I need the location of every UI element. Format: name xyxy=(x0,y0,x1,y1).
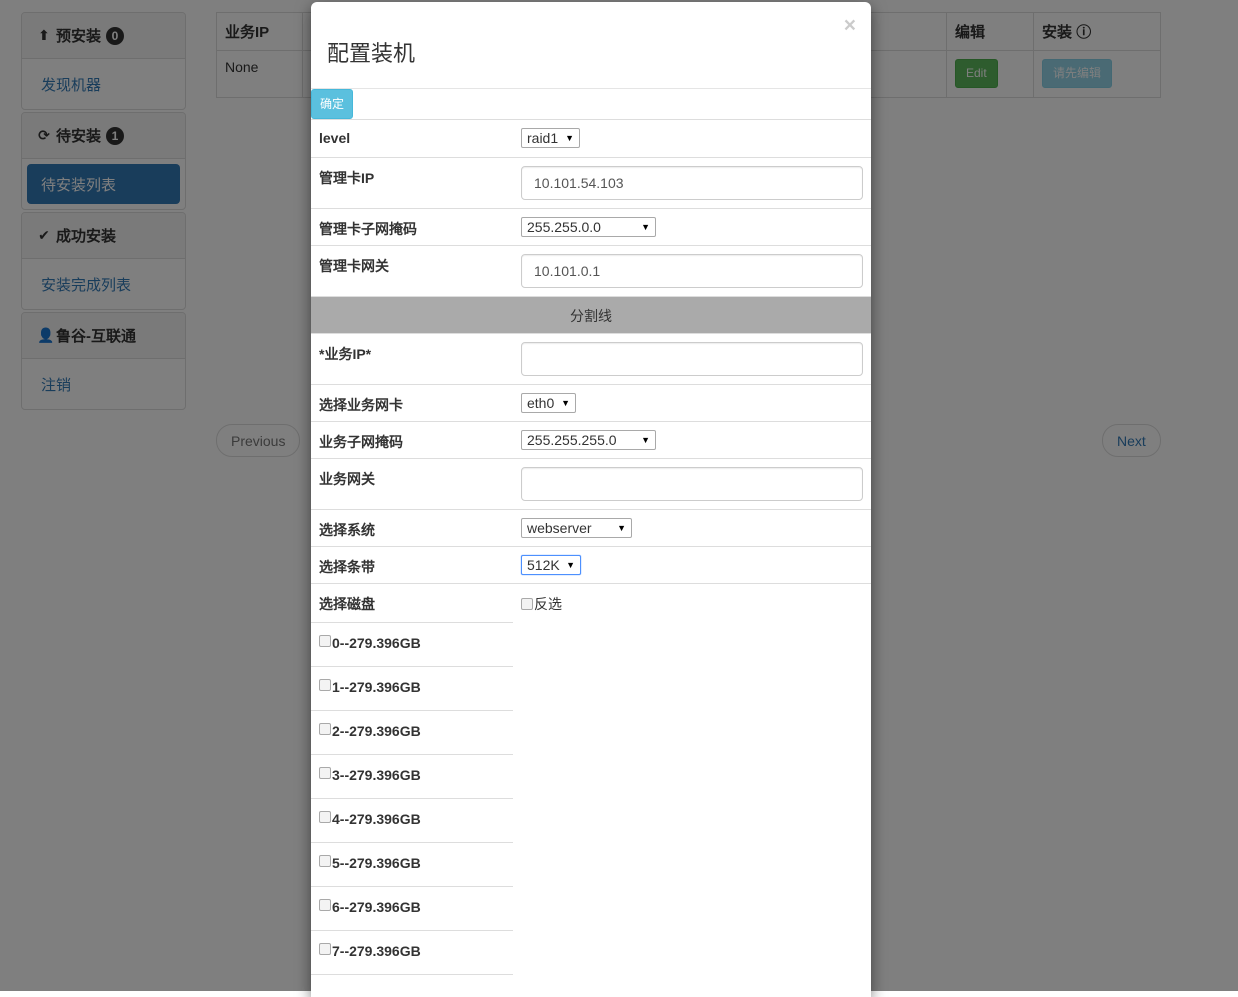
invert-label: 反选 xyxy=(534,595,562,612)
list-item: 6--279.396GB xyxy=(311,887,513,931)
disk-checkbox[interactable] xyxy=(319,942,331,955)
disk-checkbox[interactable] xyxy=(319,810,331,823)
chevron-down-icon: ▼ xyxy=(641,434,650,445)
mgmt-mask-select-value: 255.255.0.0 xyxy=(527,218,601,235)
label-biz-gw: 业务网关 xyxy=(311,458,513,510)
stripe-select[interactable]: 512K ▼ xyxy=(521,554,581,575)
row-mgmt-ip: 管理卡IP 10.101.54.103 xyxy=(311,157,871,209)
disk-label: 2--279.396GB xyxy=(332,722,421,739)
label-system: 选择系统 xyxy=(311,509,513,547)
chevron-down-icon: ▼ xyxy=(617,522,626,533)
level-select[interactable]: raid1 ▼ xyxy=(521,128,580,148)
label-disk: 选择磁盘 xyxy=(311,584,513,623)
system-select[interactable]: webserver ▼ xyxy=(521,517,632,538)
row-disk: 选择磁盘 0--279.396GB 1--279.396GB 2--279.39… xyxy=(311,583,871,975)
disk-label: 5--279.396GB xyxy=(332,854,421,871)
biz-ip-input[interactable] xyxy=(521,341,863,376)
config-form: level raid1 ▼ 管理卡IP 10.101.54.103 管理卡子网掩码… xyxy=(311,120,871,975)
disk-checkbox[interactable] xyxy=(319,766,331,779)
row-biz-ip: *业务IP* xyxy=(311,333,871,385)
chevron-down-icon: ▼ xyxy=(565,133,574,143)
list-item: 4--279.396GB xyxy=(311,799,513,843)
biz-gw-input[interactable] xyxy=(521,466,863,501)
mgmt-gw-input[interactable]: 10.101.0.1 xyxy=(521,253,863,288)
mgmt-ip-input[interactable]: 10.101.54.103 xyxy=(521,165,863,200)
disk-label: 3--279.396GB xyxy=(332,766,421,783)
disk-checkbox[interactable] xyxy=(319,634,331,647)
disk-label: 0--279.396GB xyxy=(332,634,421,651)
disk-checkbox[interactable] xyxy=(319,678,331,691)
disk-label: 7--279.396GB xyxy=(332,942,421,959)
stripe-select-value: 512K xyxy=(527,556,560,573)
disk-checkbox[interactable] xyxy=(319,898,331,911)
label-biz-ip: *业务IP* xyxy=(311,333,513,385)
chevron-down-icon: ▼ xyxy=(561,397,570,408)
list-item: 3--279.396GB xyxy=(311,755,513,799)
row-stripe: 选择条带 512K ▼ xyxy=(311,546,871,584)
value-level: raid1 ▼ xyxy=(513,120,871,158)
disk-label: 4--279.396GB xyxy=(332,810,421,827)
biz-mask-select-value: 255.255.255.0 xyxy=(527,431,617,448)
disk-label: 6--279.396GB xyxy=(332,898,421,915)
close-icon[interactable]: × xyxy=(844,14,856,38)
value-biz-mask: 255.255.255.0 ▼ xyxy=(513,421,871,459)
value-mgmt-mask: 255.255.0.0 ▼ xyxy=(513,208,871,246)
disk-checkbox[interactable] xyxy=(319,854,331,867)
disk-checkbox[interactable] xyxy=(319,722,331,735)
level-select-value: raid1 xyxy=(527,130,559,146)
list-item: 7--279.396GB xyxy=(311,931,513,975)
config-modal: 配置装机 × 确定 level raid1 ▼ 管理卡IP 10.101.54.1… xyxy=(311,2,871,997)
mgmt-mask-select[interactable]: 255.255.0.0 ▼ xyxy=(521,216,656,237)
row-level: level raid1 ▼ xyxy=(311,120,871,158)
value-biz-nic: eth0 ▼ xyxy=(513,384,871,422)
confirm-bar: 确定 xyxy=(311,89,871,120)
label-biz-mask: 业务子网掩码 xyxy=(311,421,513,459)
divider-label: 分割线 xyxy=(311,296,871,334)
confirm-button[interactable]: 确定 xyxy=(311,89,354,119)
row-biz-mask: 业务子网掩码 255.255.255.0 ▼ xyxy=(311,421,871,459)
label-level: level xyxy=(311,120,513,158)
row-divider: 分割线 xyxy=(311,296,871,334)
list-item: 1--279.396GB xyxy=(311,667,513,711)
value-biz-gw xyxy=(513,458,871,510)
system-select-value: webserver xyxy=(527,519,592,536)
row-mgmt-gw: 管理卡网关 10.101.0.1 xyxy=(311,245,871,297)
label-mgmt-ip: 管理卡IP xyxy=(311,157,513,209)
value-disk: 反选 xyxy=(513,583,871,975)
disk-label: 1--279.396GB xyxy=(332,678,421,695)
modal-header: 配置装机 × xyxy=(311,2,871,89)
label-stripe: 选择条带 xyxy=(311,546,513,584)
row-system: 选择系统 webserver ▼ xyxy=(311,509,871,547)
invert-checkbox[interactable] xyxy=(521,597,533,610)
list-item: 0--279.396GB xyxy=(311,623,513,667)
label-biz-nic: 选择业务网卡 xyxy=(311,384,513,422)
label-mgmt-gw: 管理卡网关 xyxy=(311,245,513,297)
modal-title: 配置装机 xyxy=(327,41,416,66)
disk-list: 0--279.396GB 1--279.396GB 2--279.396GB 3… xyxy=(311,623,513,975)
value-stripe: 512K ▼ xyxy=(513,546,871,584)
chevron-down-icon: ▼ xyxy=(566,559,575,570)
row-biz-gw: 业务网关 xyxy=(311,458,871,510)
value-mgmt-ip: 10.101.54.103 xyxy=(513,157,871,209)
biz-nic-select[interactable]: eth0 ▼ xyxy=(521,392,576,413)
value-biz-ip xyxy=(513,333,871,385)
value-system: webserver ▼ xyxy=(513,509,871,547)
list-item: 5--279.396GB xyxy=(311,843,513,887)
value-mgmt-gw: 10.101.0.1 xyxy=(513,245,871,297)
list-item: 2--279.396GB xyxy=(311,711,513,755)
label-mgmt-mask: 管理卡子网掩码 xyxy=(311,208,513,246)
disk-column: 选择磁盘 0--279.396GB 1--279.396GB 2--279.39… xyxy=(311,583,513,975)
row-mgmt-mask: 管理卡子网掩码 255.255.0.0 ▼ xyxy=(311,208,871,246)
biz-nic-select-value: eth0 xyxy=(527,394,555,411)
row-biz-nic: 选择业务网卡 eth0 ▼ xyxy=(311,384,871,422)
chevron-down-icon: ▼ xyxy=(641,221,650,232)
biz-mask-select[interactable]: 255.255.255.0 ▼ xyxy=(521,429,656,450)
